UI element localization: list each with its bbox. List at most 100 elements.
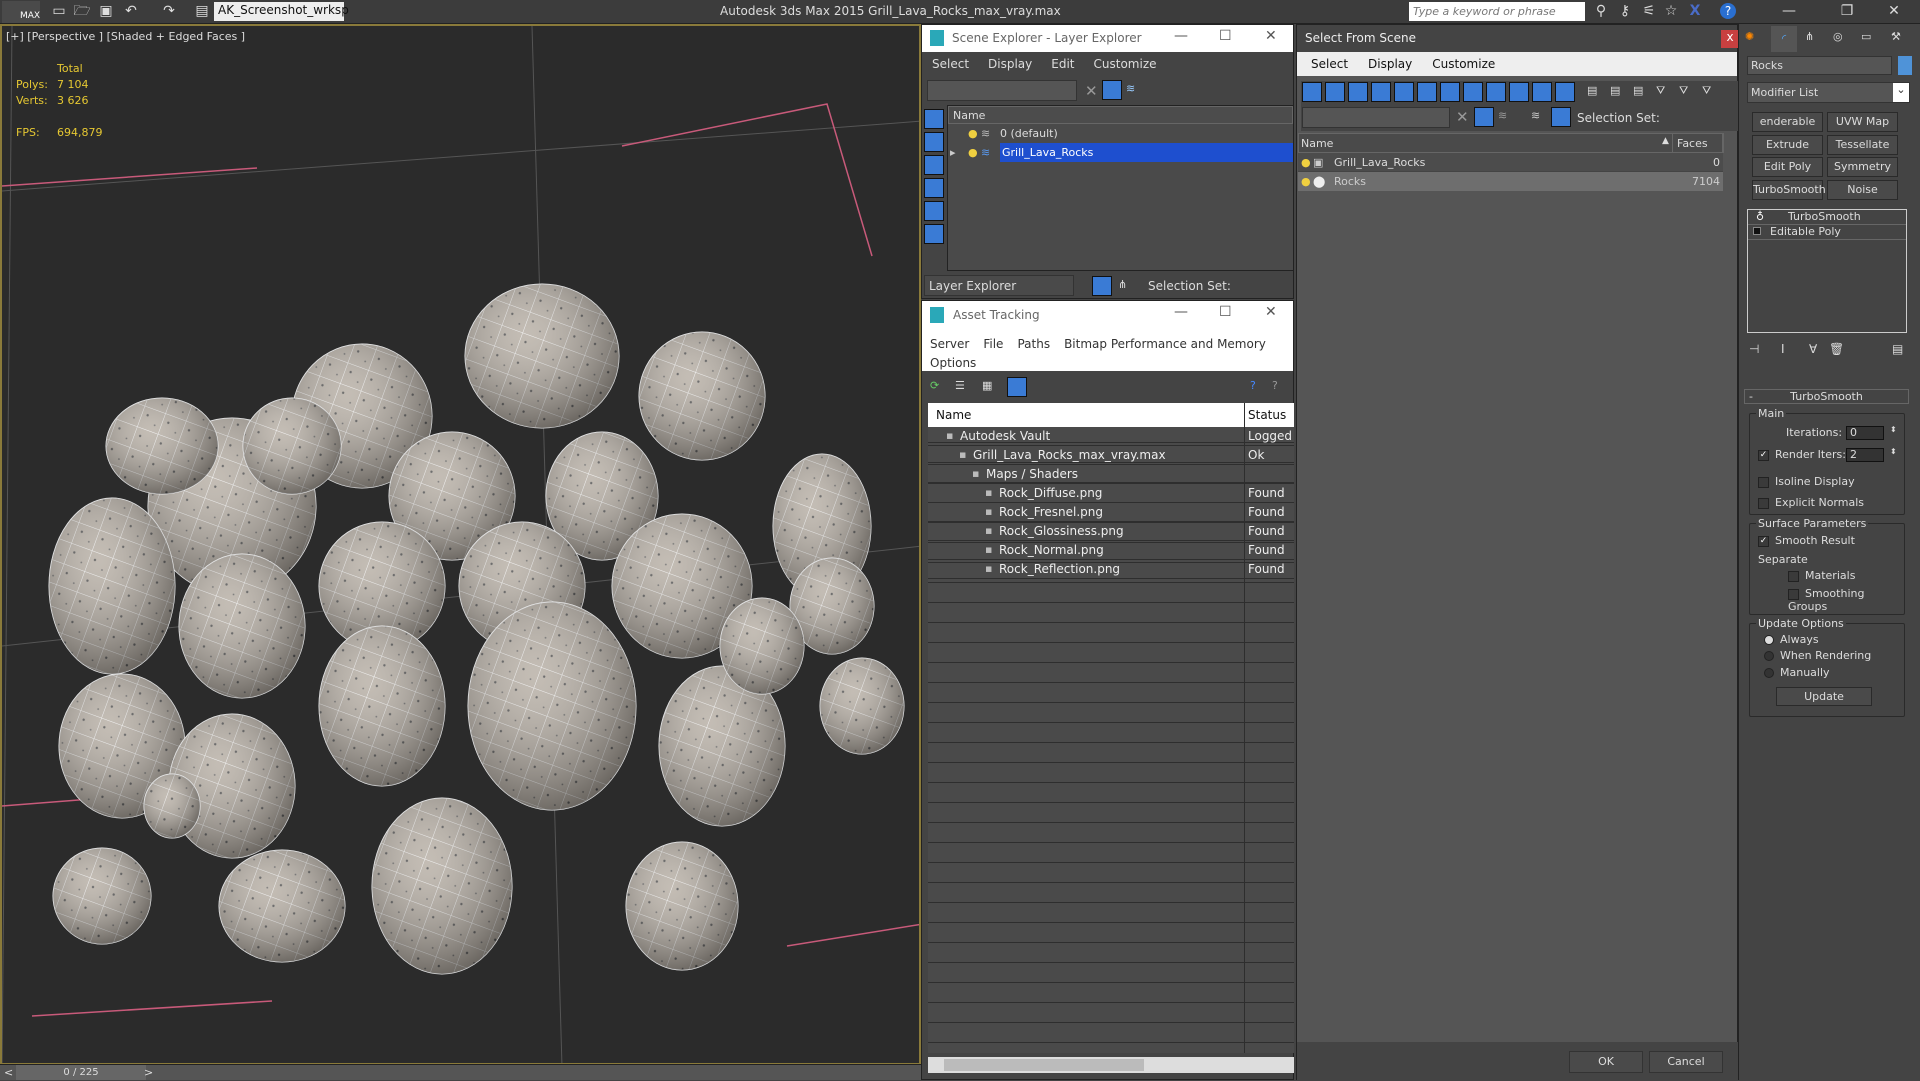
prev-frame-button[interactable]: < xyxy=(4,1066,13,1079)
shapes-filter-icon[interactable] xyxy=(924,132,944,152)
menu-select[interactable]: Select xyxy=(1311,57,1348,71)
always-radio[interactable] xyxy=(1764,635,1774,645)
pin-stack-icon[interactable]: ⊣ xyxy=(1749,342,1759,356)
sort-ascending-icon[interactable]: ▲ xyxy=(1662,136,1669,146)
asset-row[interactable]: ▪ Rock_Diffuse.png Found xyxy=(928,484,1294,503)
object-color-swatch[interactable] xyxy=(1898,56,1912,75)
helpers-filter-icon[interactable] xyxy=(924,201,944,221)
scene-search-input[interactable] xyxy=(927,80,1077,101)
lightbulb-icon[interactable]: ● xyxy=(1301,156,1311,169)
key-icon[interactable]: ⚷ xyxy=(1616,3,1634,20)
motion-tab-icon[interactable]: ◎ xyxy=(1833,30,1843,43)
menu-customize[interactable]: Customize xyxy=(1432,57,1495,71)
remove-modifier-icon[interactable]: 🗑 xyxy=(1829,342,1844,356)
layer-row[interactable]: ● ≋ 0 (default) xyxy=(948,124,1293,143)
restore-icon[interactable]: ❐ xyxy=(1838,3,1856,20)
modify-tab-icon[interactable]: ◜ xyxy=(1771,26,1797,52)
hierarchy-icon[interactable]: ⋔ xyxy=(1118,278,1127,291)
lights-filter-icon[interactable] xyxy=(924,155,944,175)
binoculars-icon[interactable]: ⚲ xyxy=(1592,3,1610,20)
app-menu-button[interactable]: MAX xyxy=(2,1,40,23)
menu-customize[interactable]: Customize xyxy=(1094,57,1157,71)
lightbulb-icon[interactable]: ● xyxy=(1301,175,1311,188)
close-icon[interactable]: ✕ xyxy=(1265,304,1277,320)
menu-display[interactable]: Display xyxy=(988,57,1032,71)
object-search-input[interactable] xyxy=(1302,107,1450,128)
refresh-icon[interactable]: ⟳ xyxy=(930,379,939,392)
bones-filter-icon[interactable] xyxy=(1486,82,1506,102)
geometry-filter-icon[interactable] xyxy=(1302,82,1322,102)
layer-display-icon[interactable]: ≋ xyxy=(1531,109,1540,122)
column-status[interactable]: Status xyxy=(1248,408,1286,422)
display-none-icon[interactable]: ▤ xyxy=(1610,84,1620,97)
render-iters-spinner[interactable]: 2 xyxy=(1846,448,1884,462)
rollout-header[interactable]: - TurboSmooth xyxy=(1744,389,1909,404)
clear-search-icon[interactable]: ✕ xyxy=(1456,108,1469,126)
minimize-icon[interactable]: — xyxy=(1174,28,1188,44)
stack-item-editable-poly[interactable]: Editable Poly xyxy=(1748,225,1906,240)
modifier-button[interactable]: Symmetry xyxy=(1827,157,1898,177)
object-row[interactable]: ● ▣ Grill_Lava_Rocks 0 xyxy=(1298,153,1723,172)
lightbulb-icon[interactable]: ♁ xyxy=(1756,210,1764,223)
modifier-button[interactable]: Tessellate xyxy=(1827,134,1898,155)
menu-select[interactable]: Select xyxy=(932,57,969,71)
spacewarps-filter-icon[interactable] xyxy=(924,224,944,244)
layers-icon[interactable]: ≋ xyxy=(1126,82,1135,95)
hidden-filter-icon[interactable] xyxy=(1555,82,1575,102)
layers-icon[interactable]: ≋ xyxy=(1498,109,1507,122)
maximize-icon[interactable]: ☐ xyxy=(1219,304,1232,320)
undo-icon[interactable]: ↶ xyxy=(122,3,140,20)
create-tab-icon[interactable]: ✺ xyxy=(1745,30,1754,43)
materials-checkbox[interactable] xyxy=(1788,570,1799,582)
select-none-icon[interactable]: ⛛ xyxy=(1679,84,1688,98)
modifier-list-dropdown[interactable]: Modifier List ⌄ xyxy=(1747,82,1910,103)
time-slider[interactable]: < 0 / 225 > xyxy=(0,1064,921,1080)
time-slider-thumb[interactable]: 0 / 225 xyxy=(16,1065,146,1080)
menu-file[interactable]: File xyxy=(983,337,1003,351)
expand-plus-icon[interactable] xyxy=(1753,227,1761,235)
spinner-arrows-icon[interactable]: ⬍ xyxy=(1890,447,1897,456)
modifier-button[interactable]: Extrude xyxy=(1752,134,1823,155)
maximize-icon[interactable]: ☐ xyxy=(1219,28,1232,44)
frozen-filter-icon[interactable] xyxy=(1532,82,1552,102)
menu-paths[interactable]: Paths xyxy=(1017,337,1050,351)
containers-filter-icon[interactable] xyxy=(1509,82,1529,102)
menu-edit[interactable]: Edit xyxy=(1051,57,1074,71)
column-faces[interactable]: Faces xyxy=(1672,133,1724,153)
menu-display[interactable]: Display xyxy=(1368,57,1412,71)
next-frame-button[interactable]: > xyxy=(144,1066,153,1079)
cancel-button[interactable]: Cancel xyxy=(1649,1051,1723,1073)
select-all-icon[interactable]: ⛛ xyxy=(1656,84,1665,98)
smooth-result-checkbox[interactable]: ✓ xyxy=(1758,535,1769,547)
hierarchy-icon[interactable] xyxy=(1551,107,1571,127)
render-iters-checkbox[interactable]: ✓ xyxy=(1758,449,1769,461)
vault-help-icon[interactable]: ? xyxy=(1250,379,1256,392)
column-name[interactable]: Name xyxy=(948,106,1293,124)
minimize-icon[interactable]: — xyxy=(1174,304,1188,320)
geometry-filter-icon[interactable] xyxy=(924,109,944,129)
project-folder-icon[interactable]: ▤ xyxy=(193,3,211,20)
configure-modifier-sets-icon[interactable]: ▤ xyxy=(1892,342,1903,356)
lightbulb-icon[interactable]: ● xyxy=(968,146,978,159)
horizontal-scrollbar[interactable] xyxy=(928,1057,1294,1073)
close-button[interactable]: x xyxy=(1721,30,1739,48)
asset-row[interactable]: ▪ Rock_Normal.png Found xyxy=(928,541,1294,560)
object-name-field[interactable]: Rocks xyxy=(1747,56,1892,75)
star-icon[interactable]: ☆ xyxy=(1662,3,1680,20)
helpers-filter-icon[interactable] xyxy=(1394,82,1414,102)
display-all-icon[interactable]: ▤ xyxy=(1587,84,1597,97)
hierarchy-tab-icon[interactable]: ⋔ xyxy=(1805,30,1814,43)
column-name[interactable]: Name xyxy=(936,408,971,422)
workspace-dropdown[interactable]: AK_Screenshot_wrksp xyxy=(214,2,349,21)
column-name[interactable]: Name xyxy=(1301,137,1333,150)
update-button[interactable]: Update xyxy=(1776,687,1872,706)
modifier-button[interactable]: enderable Splin xyxy=(1752,112,1823,146)
select-invert-icon[interactable]: ⛛ xyxy=(1702,84,1711,98)
vault-settings-icon[interactable]: ? xyxy=(1272,379,1278,392)
open-folder-icon[interactable]: 🗁 xyxy=(73,3,91,20)
groups-filter-icon[interactable] xyxy=(1440,82,1460,102)
stack-item-turbosmooth[interactable]: ♁ TurboSmooth xyxy=(1748,210,1906,225)
viewport-label[interactable]: [+] [Perspective ] [Shaded + Edged Faces… xyxy=(6,30,245,43)
menu-server[interactable]: Server xyxy=(930,337,969,351)
asset-row[interactable]: ▪ Grill_Lava_Rocks_max_vray.max Ok xyxy=(928,446,1294,465)
